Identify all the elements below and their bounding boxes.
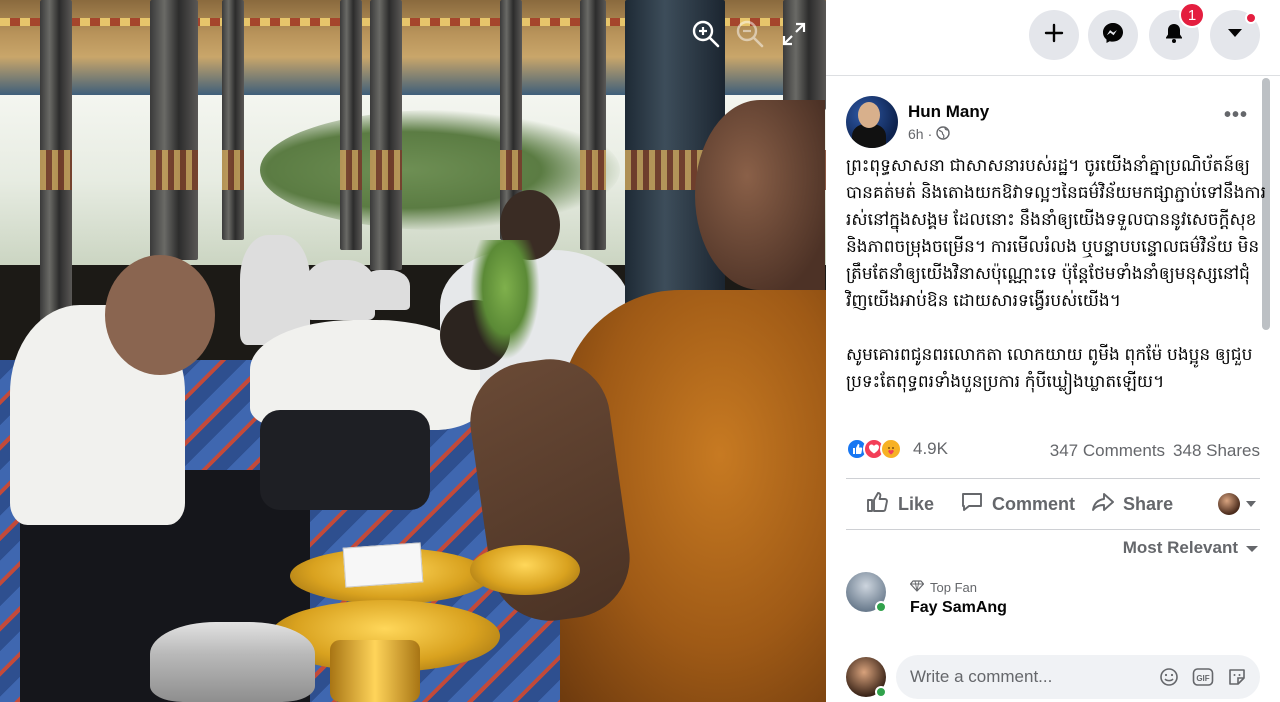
- photo-leaf-branch: [470, 240, 540, 360]
- author-info: Hun Many 6h ·: [908, 102, 989, 143]
- comment-composer: GIF: [846, 655, 1280, 699]
- comment-button[interactable]: Comment: [950, 491, 1085, 518]
- comment-count[interactable]: 347 Comments: [1050, 441, 1165, 461]
- online-indicator: [875, 601, 887, 613]
- online-indicator: [875, 686, 887, 698]
- post-paragraph: ព្រះពុទ្ធសាសនា ជាសាសនារបស់រដ្ឋ។ ចូរយើងនា…: [846, 156, 1267, 310]
- author-avatar[interactable]: [846, 96, 898, 148]
- caret-down-icon: [1227, 26, 1243, 44]
- photo-pillar: [783, 0, 826, 190]
- account-menu-button[interactable]: [1210, 10, 1260, 60]
- alert-dot: [1245, 12, 1257, 24]
- sticker-icon[interactable]: [1226, 666, 1248, 688]
- photo-pillar: [150, 0, 198, 260]
- post-text: ព្រះពុទ្ធសាសនា ជាសាសនារបស់រដ្ឋ។ ចូរយើងនា…: [846, 152, 1266, 395]
- bell-icon: [1163, 22, 1185, 49]
- post-time[interactable]: 6h: [908, 126, 924, 142]
- photo-tray-stand: [330, 640, 420, 702]
- top-fan-badge: Top Fan: [909, 580, 1007, 595]
- comment-input[interactable]: [910, 667, 1158, 687]
- photo-silver-bowl: [150, 622, 315, 702]
- photo-golden-tray: [470, 545, 580, 595]
- share-button[interactable]: Share: [1081, 491, 1183, 518]
- ceremony-photo: [0, 0, 826, 702]
- messenger-button[interactable]: [1088, 10, 1138, 60]
- top-fan-label: Top Fan: [930, 580, 977, 595]
- zoom-in-icon[interactable]: [690, 18, 722, 50]
- sort-label: Most Relevant: [1122, 538, 1238, 557]
- emoji-icon[interactable]: [1158, 666, 1180, 688]
- more-options-icon[interactable]: •••: [1224, 105, 1252, 128]
- top-bar: 1: [826, 0, 1280, 76]
- photo-viewer[interactable]: [0, 0, 826, 702]
- comment-sort-dropdown[interactable]: Most Relevant: [1123, 538, 1258, 558]
- comment-bubble-icon: [960, 491, 984, 518]
- comment-input-box[interactable]: GIF: [896, 655, 1260, 699]
- notification-badge: 1: [1179, 2, 1205, 28]
- photo-person: [250, 300, 510, 510]
- photo-monk-head: [695, 100, 825, 290]
- caret-down-icon: [1246, 538, 1258, 558]
- share-arrow-icon: [1091, 491, 1115, 518]
- caret-down-icon: [1246, 495, 1256, 513]
- post-paragraph: សូមគោរពជូនពរលោកតា លោកយាយ ពូមីង ពុកម៉ែ បង…: [846, 345, 1253, 391]
- action-bar: Like Comment Share: [846, 478, 1260, 530]
- messenger-icon: [1101, 21, 1125, 50]
- profile-avatar: [1218, 493, 1240, 515]
- like-button[interactable]: Like: [856, 491, 944, 518]
- svg-text:GIF: GIF: [1196, 674, 1209, 683]
- comment-label: Comment: [992, 493, 1076, 514]
- post-stats: 347 Comments 348 Shares: [1050, 441, 1260, 461]
- my-avatar[interactable]: [846, 657, 887, 698]
- share-count[interactable]: 348 Shares: [1173, 441, 1260, 461]
- reaction-count[interactable]: 4.9K: [913, 439, 948, 459]
- react-as-selector[interactable]: [1218, 493, 1260, 515]
- diamond-icon: [909, 580, 925, 595]
- post-panel: 1 Hun Many 6h · ••• ព្រះពុទ្ធសាសនា ជាសាស…: [826, 0, 1280, 702]
- post-header: Hun Many 6h ·: [846, 96, 989, 148]
- photo-person: [10, 255, 215, 545]
- plus-icon: [1044, 23, 1064, 48]
- gif-icon[interactable]: GIF: [1192, 666, 1214, 688]
- comment-body: Top Fan Fay SamAng: [909, 580, 1007, 617]
- post-meta: 6h ·: [908, 125, 989, 143]
- notifications-button[interactable]: 1: [1149, 2, 1205, 60]
- commenter-avatar[interactable]: [846, 572, 887, 613]
- author-name[interactable]: Hun Many: [908, 102, 989, 122]
- reactions-summary[interactable]: 4.9K: [846, 438, 948, 460]
- comment-item: Top Fan Fay SamAng: [846, 572, 1007, 617]
- photo-pillar: [340, 0, 362, 250]
- share-label: Share: [1123, 493, 1174, 514]
- care-reaction-icon: [880, 438, 902, 460]
- photo-pillar: [222, 0, 244, 240]
- fullscreen-icon[interactable]: [778, 18, 810, 50]
- photo-pillar: [370, 0, 402, 270]
- globe-icon: [936, 125, 950, 143]
- zoom-out-icon[interactable]: [734, 18, 766, 50]
- viewer-toolbar: [690, 18, 810, 50]
- like-label: Like: [898, 493, 935, 514]
- separator-dot: ·: [927, 126, 933, 142]
- create-button[interactable]: [1029, 10, 1079, 60]
- photo-envelope: [342, 542, 424, 588]
- thumbs-up-icon: [866, 491, 890, 518]
- composer-tools: GIF: [1158, 666, 1248, 688]
- commenter-name[interactable]: Fay SamAng: [910, 599, 1007, 617]
